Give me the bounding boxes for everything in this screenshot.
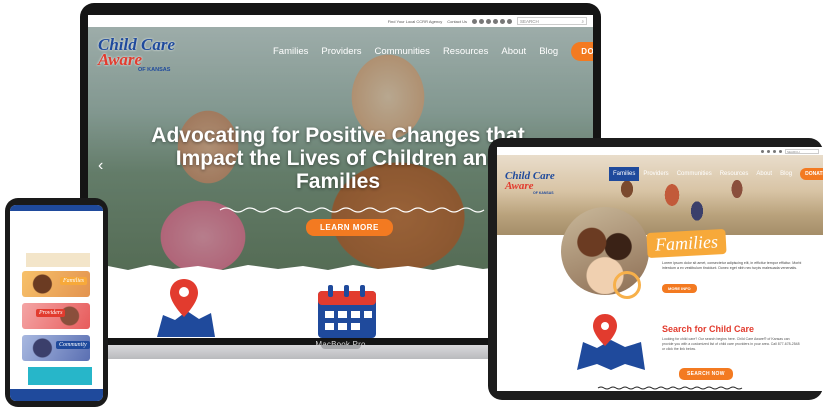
learn-more-button[interactable]: LEARN MORE <box>306 219 393 236</box>
linkedin-icon[interactable] <box>493 18 498 24</box>
instagram-icon[interactable] <box>500 18 505 24</box>
twitter-icon[interactable] <box>767 149 770 153</box>
tablet-utility-bar: SEARCH <box>497 147 823 155</box>
phone-tag-community: Community <box>56 341 90 349</box>
map-pin-icon <box>577 314 645 370</box>
more-info-button[interactable]: MORE INFO <box>662 284 697 293</box>
tablet-screen: SEARCH Child Care Aware OF KANSAS Familie… <box>497 147 823 391</box>
phone-header <box>10 205 103 211</box>
families-description: Lorem ipsum dolor sit amet, consectetur … <box>662 261 802 270</box>
nav-blog[interactable]: Blog <box>539 46 558 57</box>
tablet-nav-about[interactable]: About <box>752 167 776 181</box>
tablet-logo[interactable]: Child Care Aware OF KANSAS <box>505 171 555 196</box>
twitter-icon[interactable] <box>479 18 484 24</box>
logo-subtitle: OF KANSAS <box>533 191 554 195</box>
nav-resources[interactable]: Resources <box>443 46 488 57</box>
phone-cta-band <box>28 367 92 385</box>
phone-screen: Families Providers Community <box>10 205 103 401</box>
youtube-icon[interactable] <box>486 18 491 24</box>
tablet-nav-families[interactable]: Families <box>609 167 640 181</box>
find-agency-link[interactable]: Find Your Local CCRR Agency <box>388 19 442 24</box>
contact-link[interactable]: Contact Us <box>447 19 467 24</box>
main-nav: Families Providers Communities Resources… <box>273 42 593 61</box>
search-description: Looking for child care? Our search begin… <box>662 337 800 351</box>
nav-about[interactable]: About <box>501 46 526 57</box>
instagram-icon[interactable] <box>779 149 782 153</box>
donate-button[interactable]: DONATE <box>571 42 593 61</box>
carousel-prev-icon[interactable]: ‹ <box>98 157 103 175</box>
site-logo[interactable]: Child Care Aware OF KANSAS <box>98 36 188 85</box>
logo-subtitle: OF KANSAS <box>138 67 171 73</box>
decorative-ring <box>613 271 641 299</box>
search-input[interactable]: SEARCH ⌕ <box>517 17 587 25</box>
tablet-nav-providers[interactable]: Providers <box>639 167 672 181</box>
logo-text-aware: Aware <box>505 180 534 192</box>
phone-banner <box>26 253 90 267</box>
phone-footer <box>10 389 103 401</box>
scribble-divider <box>597 386 743 390</box>
tablet-nav-communities[interactable]: Communities <box>673 167 716 181</box>
logo-text-aware: Aware <box>98 50 143 69</box>
facebook-icon[interactable] <box>472 18 477 24</box>
search-placeholder: SEARCH <box>520 18 539 24</box>
social-icons <box>472 18 512 24</box>
tablet-hero: Child Care Aware OF KANSAS Families Provi… <box>497 155 823 235</box>
phone-tag-families: Families <box>60 277 87 285</box>
search-now-button[interactable]: SEARCH NOW <box>679 368 733 380</box>
nav-communities[interactable]: Communities <box>375 46 430 57</box>
tablet-nav-blog[interactable]: Blog <box>776 167 796 181</box>
map-pin-icon[interactable] <box>153 275 215 338</box>
device-mockup-showcase: Find Your Local CCRR Agency Contact Us S… <box>0 0 823 408</box>
tablet-donate-button[interactable]: DONATE <box>800 168 823 180</box>
phone-tag-providers: Providers <box>36 309 66 317</box>
search-child-care-heading: Search for Child Care <box>662 324 755 334</box>
calendar-icon[interactable] <box>316 283 378 338</box>
hero-headline: Advocating for Positive Changes that Imp… <box>151 124 525 193</box>
utility-bar: Find Your Local CCRR Agency Contact Us S… <box>88 15 593 27</box>
tablet-search-input[interactable]: SEARCH <box>785 148 819 154</box>
youtube-icon[interactable] <box>773 149 776 153</box>
tablet-device: SEARCH Child Care Aware OF KANSAS Familie… <box>488 138 823 400</box>
pinterest-icon[interactable] <box>507 18 512 24</box>
laptop-notch <box>321 345 361 349</box>
facebook-icon[interactable] <box>761 149 764 153</box>
tablet-nav-resources[interactable]: Resources <box>716 167 753 181</box>
families-heading: Families <box>646 228 727 259</box>
nav-providers[interactable]: Providers <box>321 46 361 57</box>
scribble-divider <box>219 207 485 213</box>
tablet-nav: Families Providers Communities Resources… <box>609 167 823 181</box>
nav-families[interactable]: Families <box>273 46 308 57</box>
phone-device: Families Providers Community <box>5 198 108 407</box>
search-icon[interactable]: ⌕ <box>581 19 584 24</box>
